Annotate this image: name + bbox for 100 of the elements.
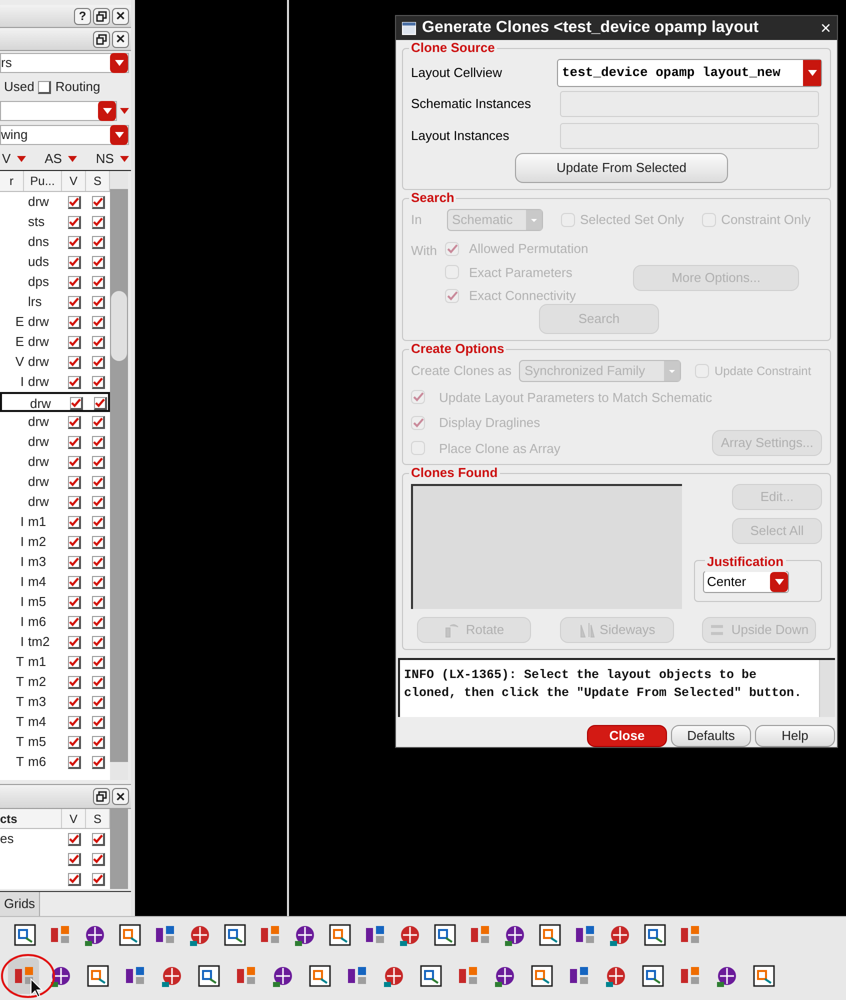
- checkbox[interactable]: [92, 376, 104, 388]
- checkbox[interactable]: [92, 336, 104, 348]
- layer-row[interactable]: V drw: [0, 352, 110, 372]
- checkbox[interactable]: [92, 256, 104, 268]
- justification-dropdown[interactable]: Center: [703, 571, 789, 593]
- layer-row[interactable]: T m5: [0, 732, 110, 752]
- checkbox[interactable]: [68, 852, 80, 866]
- filter-dropdown[interactable]: rs: [0, 53, 129, 73]
- layer-row[interactable]: drw: [0, 392, 110, 412]
- checkbox[interactable]: [68, 616, 80, 628]
- layer-row[interactable]: T m4: [0, 712, 110, 732]
- layer-row[interactable]: I drw: [0, 372, 110, 392]
- checkbox[interactable]: [92, 536, 104, 548]
- checkbox[interactable]: [68, 536, 80, 548]
- layer-row[interactable]: I m3: [0, 552, 110, 572]
- checkbox[interactable]: [68, 696, 80, 708]
- close-button[interactable]: ×: [820, 19, 831, 37]
- checkbox[interactable]: [68, 636, 80, 648]
- layer-row[interactable]: T m2: [0, 672, 110, 692]
- scrollbar[interactable]: [110, 809, 128, 889]
- checkbox[interactable]: [68, 556, 80, 568]
- layer-row[interactable]: drw: [0, 412, 110, 432]
- checkbox[interactable]: [68, 496, 80, 508]
- checkbox[interactable]: [92, 416, 104, 428]
- checkbox[interactable]: [68, 416, 80, 428]
- layer-row[interactable]: T m1: [0, 652, 110, 672]
- column-header[interactable]: Pu...: [24, 171, 62, 191]
- checkbox[interactable]: [92, 756, 104, 768]
- scrollbar[interactable]: [110, 171, 128, 780]
- checkbox[interactable]: [70, 397, 82, 410]
- checkbox[interactable]: [92, 696, 104, 708]
- checkbox[interactable]: [92, 276, 104, 288]
- checkbox[interactable]: [68, 436, 80, 448]
- filter-toggle[interactable]: V: [0, 148, 26, 168]
- checkbox[interactable]: [92, 676, 104, 688]
- layer-row[interactable]: I m4: [0, 572, 110, 592]
- checkbox[interactable]: [68, 676, 80, 688]
- filter-toggle[interactable]: AS: [42, 148, 77, 168]
- layer-row[interactable]: drw: [0, 472, 110, 492]
- layer-row[interactable]: I tm2: [0, 632, 110, 652]
- layer-row[interactable]: dps: [0, 272, 110, 292]
- column-header[interactable]: V: [62, 171, 86, 191]
- checkbox[interactable]: [68, 656, 80, 668]
- checkbox[interactable]: [68, 216, 80, 228]
- layer-row[interactable]: E drw: [0, 332, 110, 352]
- cellview-dropdown[interactable]: test_device opamp layout_new: [557, 59, 822, 87]
- layer-row[interactable]: I m6: [0, 612, 110, 632]
- dialog-button[interactable]: Close: [587, 725, 667, 747]
- checkbox[interactable]: [68, 356, 80, 368]
- checkbox[interactable]: [68, 336, 80, 348]
- layer-row[interactable]: drw: [0, 452, 110, 472]
- layer-row[interactable]: E drw: [0, 312, 110, 332]
- layer-row[interactable]: T m6: [0, 752, 110, 772]
- view-dropdown[interactable]: wing: [0, 125, 129, 145]
- checkbox[interactable]: [92, 456, 104, 468]
- column-header[interactable]: V: [62, 809, 86, 828]
- checkbox[interactable]: [92, 872, 104, 886]
- checkbox[interactable]: [92, 736, 104, 748]
- help-button[interactable]: ?: [74, 8, 91, 24]
- update-from-selected-button[interactable]: Update From Selected: [515, 153, 728, 183]
- checkbox[interactable]: [68, 716, 80, 728]
- checkbox[interactable]: [68, 476, 80, 488]
- checkbox[interactable]: [92, 356, 104, 368]
- checkbox[interactable]: [92, 476, 104, 488]
- checkbox[interactable]: [92, 832, 104, 846]
- layer-row[interactable]: T m3: [0, 692, 110, 712]
- checkbox[interactable]: [68, 276, 80, 288]
- layer-row[interactable]: I m1: [0, 512, 110, 532]
- layer-row[interactable]: drw: [0, 432, 110, 452]
- close-button[interactable]: ✕: [112, 788, 129, 805]
- checkbox[interactable]: [92, 656, 104, 668]
- layer-row[interactable]: drw: [0, 192, 110, 212]
- input-field[interactable]: [560, 123, 819, 149]
- checkbox[interactable]: [92, 716, 104, 728]
- layer-row[interactable]: I m2: [0, 532, 110, 552]
- checkbox[interactable]: [68, 236, 80, 248]
- scrollbar[interactable]: [819, 660, 835, 717]
- column-header[interactable]: cts: [0, 809, 62, 828]
- checkbox[interactable]: [92, 616, 104, 628]
- layer-row[interactable]: lrs: [0, 292, 110, 312]
- filter-toggle[interactable]: NS: [94, 148, 129, 168]
- checkbox[interactable]: [92, 556, 104, 568]
- checkbox[interactable]: [92, 316, 104, 328]
- checkbox[interactable]: [68, 376, 80, 388]
- checkbox[interactable]: [92, 436, 104, 448]
- dropdown-field[interactable]: [0, 101, 117, 121]
- checkbox[interactable]: [68, 596, 80, 608]
- layer-row[interactable]: sts: [0, 212, 110, 232]
- clones-list[interactable]: [411, 484, 682, 609]
- checkbox[interactable]: [68, 456, 80, 468]
- layer-row[interactable]: I m5: [0, 592, 110, 612]
- checkbox[interactable]: [92, 196, 104, 208]
- checkbox[interactable]: [92, 296, 104, 308]
- checkbox[interactable]: [68, 756, 80, 768]
- checkbox[interactable]: [92, 852, 104, 866]
- column-header[interactable]: r: [0, 171, 24, 191]
- checkbox[interactable]: [68, 516, 80, 528]
- restore-button[interactable]: [93, 30, 110, 48]
- tab[interactable]: Grids: [0, 892, 40, 916]
- checkbox[interactable]: [92, 236, 104, 248]
